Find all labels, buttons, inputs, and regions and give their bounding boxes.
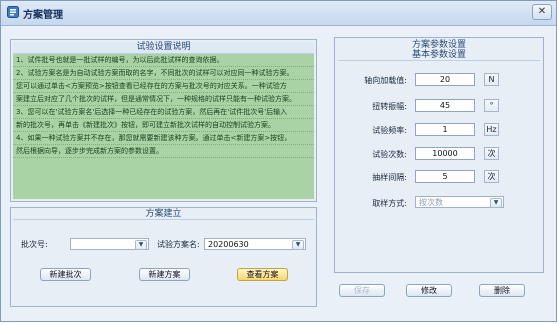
close-button[interactable]: ✕ xyxy=(532,4,552,20)
title-bar: 方案管理 ✕ xyxy=(1,1,556,26)
test-frequency-label: 试验频率: xyxy=(372,126,407,135)
scheme-name-select[interactable]: 20200630 ▼ xyxy=(204,238,306,250)
sample-mode-label: 取样方式: xyxy=(372,199,407,208)
batch-select[interactable]: ▼ xyxy=(70,238,149,250)
instruction-line: 案建立后对应了几个批次的试样，但是通常情况下，一种规格的试样只能有一种试验方案。 xyxy=(13,93,314,106)
test-count-input[interactable]: 10000 xyxy=(415,147,475,160)
chevron-down-icon[interactable]: ▼ xyxy=(135,240,147,250)
scheme-management-window: 方案管理 ✕ 试验设置说明 1、试件批号也就是一批试样的编号，为以后此批试样的查… xyxy=(0,0,557,322)
axial-load-input[interactable]: 20 xyxy=(415,73,475,86)
test-frequency-input[interactable]: 1 xyxy=(415,123,475,136)
sampling-interval-label: 抽样间隔: xyxy=(372,173,407,182)
torsion-amplitude-input[interactable]: 45 xyxy=(415,99,475,112)
instruction-line: 您可以通过单击<方案预览>按钮查看已经存在的方案与批次号的对应关系。一种试验方 xyxy=(13,80,314,93)
instruction-line: 3、您可以在'试验方案名'后选择一种已经存在的试验方案，然后再在'试件批次号'后… xyxy=(13,106,314,119)
chevron-down-icon[interactable]: ▼ xyxy=(490,198,502,208)
instructions-body: 1、试件批号也就是一批试样的编号，为以后此批试样的查询依据。 2、试验方案名是为… xyxy=(13,54,314,199)
instruction-line: 1、试件批号也就是一批试样的编号，为以后此批试样的查询依据。 xyxy=(13,54,314,67)
instruction-line: 2、试验方案名是为自动试验方案而取的名字，不同批次的试样可以对应同一种试验方案。 xyxy=(13,67,314,80)
plan-build-panel: 方案建立 批次号: ▼ 试验方案名: 20200630 ▼ 新建批次 新建方案 … xyxy=(10,207,317,307)
params-title: 方案参数设置 xyxy=(411,40,466,50)
instruction-line: 4、如果一种试验方案并不存在，那您就需要新建该种方案。通过单击<新建方案>按钮， xyxy=(13,132,314,145)
scheme-name-label: 试验方案名: xyxy=(157,240,200,249)
modify-button[interactable]: 修改 xyxy=(406,284,452,297)
test-count-unit: 次 xyxy=(484,147,499,160)
sample-mode-value: 按次数 xyxy=(419,198,443,207)
axial-load-unit: N xyxy=(484,73,499,86)
torsion-amplitude-label: 扭转振幅: xyxy=(372,102,407,111)
sample-mode-select[interactable]: 按次数 ▼ xyxy=(415,196,504,208)
scheme-params-panel: 方案参数设置 基本参数设置 轴向加载值: 20 N 扭转振幅: 45 ° 试验频… xyxy=(334,37,544,273)
torsion-amplitude-unit: ° xyxy=(484,99,499,112)
axial-load-label: 轴向加载值: xyxy=(364,76,407,85)
test-count-label: 试验次数: xyxy=(372,150,407,159)
close-icon: ✕ xyxy=(537,6,547,17)
new-scheme-button[interactable]: 新建方案 xyxy=(139,268,190,281)
test-frequency-unit: Hz xyxy=(484,123,499,136)
instruction-line: 然后根据向导，逐步步完成新方案的参数设置。 xyxy=(13,145,314,158)
save-button[interactable]: 保存 xyxy=(339,284,385,297)
instructions-panel: 试验设置说明 1、试件批号也就是一批试样的编号，为以后此批试样的查询依据。 2、… xyxy=(10,39,317,202)
window-title: 方案管理 xyxy=(23,10,63,21)
params-subtitle: 基本参数设置 xyxy=(338,51,540,61)
sampling-interval-unit: 次 xyxy=(484,170,499,183)
settings-app-icon xyxy=(7,6,19,18)
delete-button[interactable]: 删除 xyxy=(479,284,525,297)
plan-build-title: 方案建立 xyxy=(13,209,314,220)
batch-label: 批次号: xyxy=(21,240,48,249)
instructions-title: 试验设置说明 xyxy=(13,42,314,54)
instruction-line: 新的批次号，再单击《新建批次》按钮，即可建立新批次试样的自动控制试验方案。 xyxy=(13,119,314,132)
new-batch-button[interactable]: 新建批次 xyxy=(40,268,91,281)
chevron-down-icon[interactable]: ▼ xyxy=(292,240,304,250)
scheme-name-value: 20200630 xyxy=(208,240,249,249)
view-scheme-button[interactable]: 查看方案 xyxy=(237,268,288,281)
sampling-interval-input[interactable]: 5 xyxy=(415,170,475,183)
